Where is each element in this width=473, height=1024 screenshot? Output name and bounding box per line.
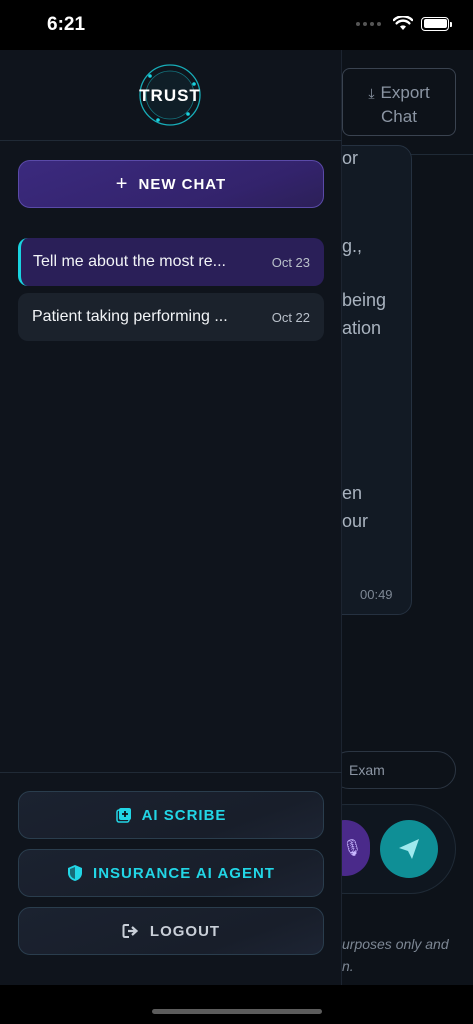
logout-label: LOGOUT bbox=[149, 922, 221, 940]
side-drawer: TRUST + NEW CHAT Tell me about the most … bbox=[0, 50, 342, 985]
chat-history-item[interactable]: Patient taking performing ... Oct 22 bbox=[18, 293, 324, 341]
message-time: 00:49 bbox=[360, 587, 393, 602]
message-fragment: ation bbox=[342, 318, 382, 338]
svg-text:TRUST: TRUST bbox=[139, 86, 201, 105]
home-indicator[interactable] bbox=[152, 1009, 322, 1014]
export-chat-button[interactable]: ⤓ Export Chat bbox=[342, 68, 456, 136]
wifi-icon bbox=[393, 16, 413, 30]
new-chat-button[interactable]: + NEW CHAT bbox=[18, 160, 324, 208]
drawer-divider bbox=[0, 140, 342, 141]
trust-logo: TRUST bbox=[139, 64, 201, 126]
plus-icon: + bbox=[115, 172, 129, 195]
send-icon bbox=[399, 839, 419, 859]
disclaimer: urposes only and n. bbox=[342, 936, 449, 974]
battery-icon bbox=[421, 16, 452, 31]
status-bar: 6:21 bbox=[0, 0, 473, 50]
ai-scribe-button[interactable]: AI SCRIBE bbox=[18, 791, 324, 839]
insurance-ai-agent-button[interactable]: INSURANCE AI AGENT bbox=[18, 849, 324, 897]
status-icons bbox=[356, 16, 452, 31]
logout-icon bbox=[122, 923, 140, 939]
status-time: 6:21 bbox=[47, 14, 86, 35]
chat-history-item[interactable]: Tell me about the most re... Oct 23 bbox=[18, 238, 324, 286]
send-button[interactable] bbox=[380, 820, 438, 878]
chat-history-title: Patient taking performing ... bbox=[32, 308, 228, 325]
mic-icon: 🎙 bbox=[342, 840, 363, 857]
chat-history-date: Oct 23 bbox=[271, 254, 310, 270]
message-fragment: en bbox=[342, 483, 363, 503]
logout-button[interactable]: LOGOUT bbox=[18, 907, 324, 955]
message-fragment: our bbox=[342, 511, 369, 531]
shield-icon bbox=[67, 864, 83, 882]
download-icon: ⤓ bbox=[368, 85, 375, 101]
suggestion-chip[interactable]: Exam bbox=[330, 751, 456, 789]
message-fragment: or bbox=[342, 148, 359, 168]
insurance-ai-agent-label: INSURANCE AI AGENT bbox=[93, 864, 275, 882]
ai-scribe-label: AI SCRIBE bbox=[141, 806, 227, 824]
add-document-icon bbox=[115, 807, 132, 823]
chat-history-title: Tell me about the most re... bbox=[33, 253, 226, 270]
message-fragment: being bbox=[342, 290, 387, 310]
home-area bbox=[0, 985, 473, 1024]
chat-history-date: Oct 22 bbox=[271, 309, 310, 325]
signal-icon bbox=[356, 21, 381, 26]
drawer-divider bbox=[0, 772, 342, 773]
new-chat-label: NEW CHAT bbox=[138, 175, 227, 193]
message-fragment: g., bbox=[342, 236, 363, 256]
